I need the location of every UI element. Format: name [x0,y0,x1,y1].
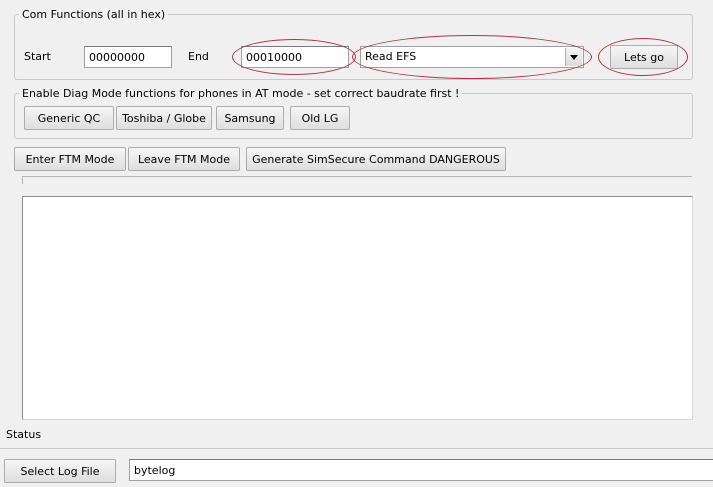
com-functions-group: Com Functions (all in hex) [14,8,693,80]
action-select[interactable]: Read EFS [360,46,584,68]
separator-line [22,176,692,177]
output-log-area[interactable] [22,196,693,420]
action-select-value: Read EFS [365,50,417,63]
enter-ftm-button[interactable]: Enter FTM Mode [14,147,126,171]
status-label: Status [6,428,42,441]
separator-tick [22,176,23,184]
status-separator [0,448,713,449]
generate-simsecure-button[interactable]: Generate SimSecure Command DANGEROUS [246,147,506,171]
com-functions-legend: Com Functions (all in hex) [22,8,166,21]
samsung-button[interactable]: Samsung [216,106,284,130]
start-label: Start [24,50,51,63]
log-file-input[interactable] [129,459,713,481]
end-address-input[interactable] [241,46,349,68]
leave-ftm-button[interactable]: Leave FTM Mode [128,147,240,171]
toshiba-globe-button[interactable]: Toshiba / Globe [116,106,212,130]
select-log-file-button[interactable]: Select Log File [4,459,116,483]
start-address-input[interactable] [84,46,172,68]
chevron-down-icon[interactable] [565,48,582,66]
main-panel: Com Functions (all in hex) Start End Rea… [0,0,713,487]
generic-qc-button[interactable]: Generic QC [24,106,114,130]
end-label: End [188,50,209,63]
lets-go-button[interactable]: Lets go [610,45,678,69]
diag-legend: Enable Diag Mode functions for phones in… [22,87,460,100]
old-lg-button[interactable]: Old LG [290,106,350,130]
